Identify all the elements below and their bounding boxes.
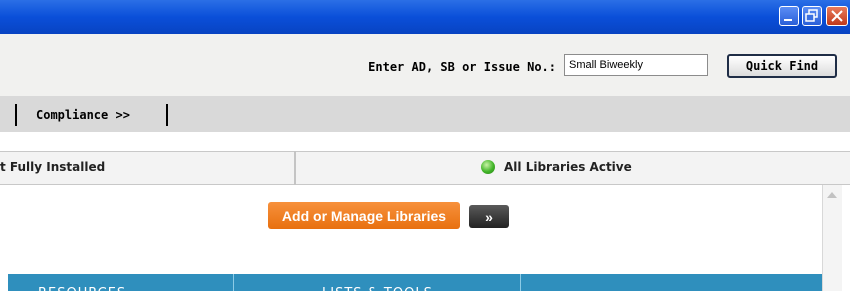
restore-button[interactable]	[802, 6, 822, 26]
green-status-dot-icon	[481, 160, 495, 174]
minimize-icon	[784, 19, 792, 21]
quick-find-input[interactable]	[564, 54, 708, 76]
libraries-status-text: All Libraries Active	[504, 160, 632, 174]
status-bar	[0, 151, 850, 185]
window-titlebar	[0, 0, 850, 34]
tab-compliance[interactable]: Compliance >>	[36, 108, 130, 122]
quick-find-label: Enter AD, SB or Issue No.:	[368, 60, 556, 74]
nav-resources[interactable]: RESOURCES	[38, 286, 126, 301]
install-status-text: t Fully Installed	[0, 160, 106, 174]
tab-separator	[15, 104, 17, 126]
tab-separator	[166, 104, 168, 126]
status-divider	[294, 151, 296, 185]
go-arrow-button[interactable]: »	[469, 205, 509, 228]
close-icon	[831, 10, 843, 22]
minimize-button[interactable]	[779, 6, 799, 26]
quick-find-button[interactable]: Quick Find	[727, 54, 837, 78]
restore-icon	[805, 9, 818, 22]
add-or-manage-libraries-button[interactable]: Add or Manage Libraries	[268, 202, 460, 229]
nav-separator	[233, 274, 234, 291]
close-button[interactable]	[826, 6, 848, 26]
scroll-up-arrow-icon[interactable]	[823, 186, 841, 204]
nav-separator	[520, 274, 521, 291]
nav-lists-tools[interactable]: LISTS & TOOLS	[322, 286, 433, 301]
